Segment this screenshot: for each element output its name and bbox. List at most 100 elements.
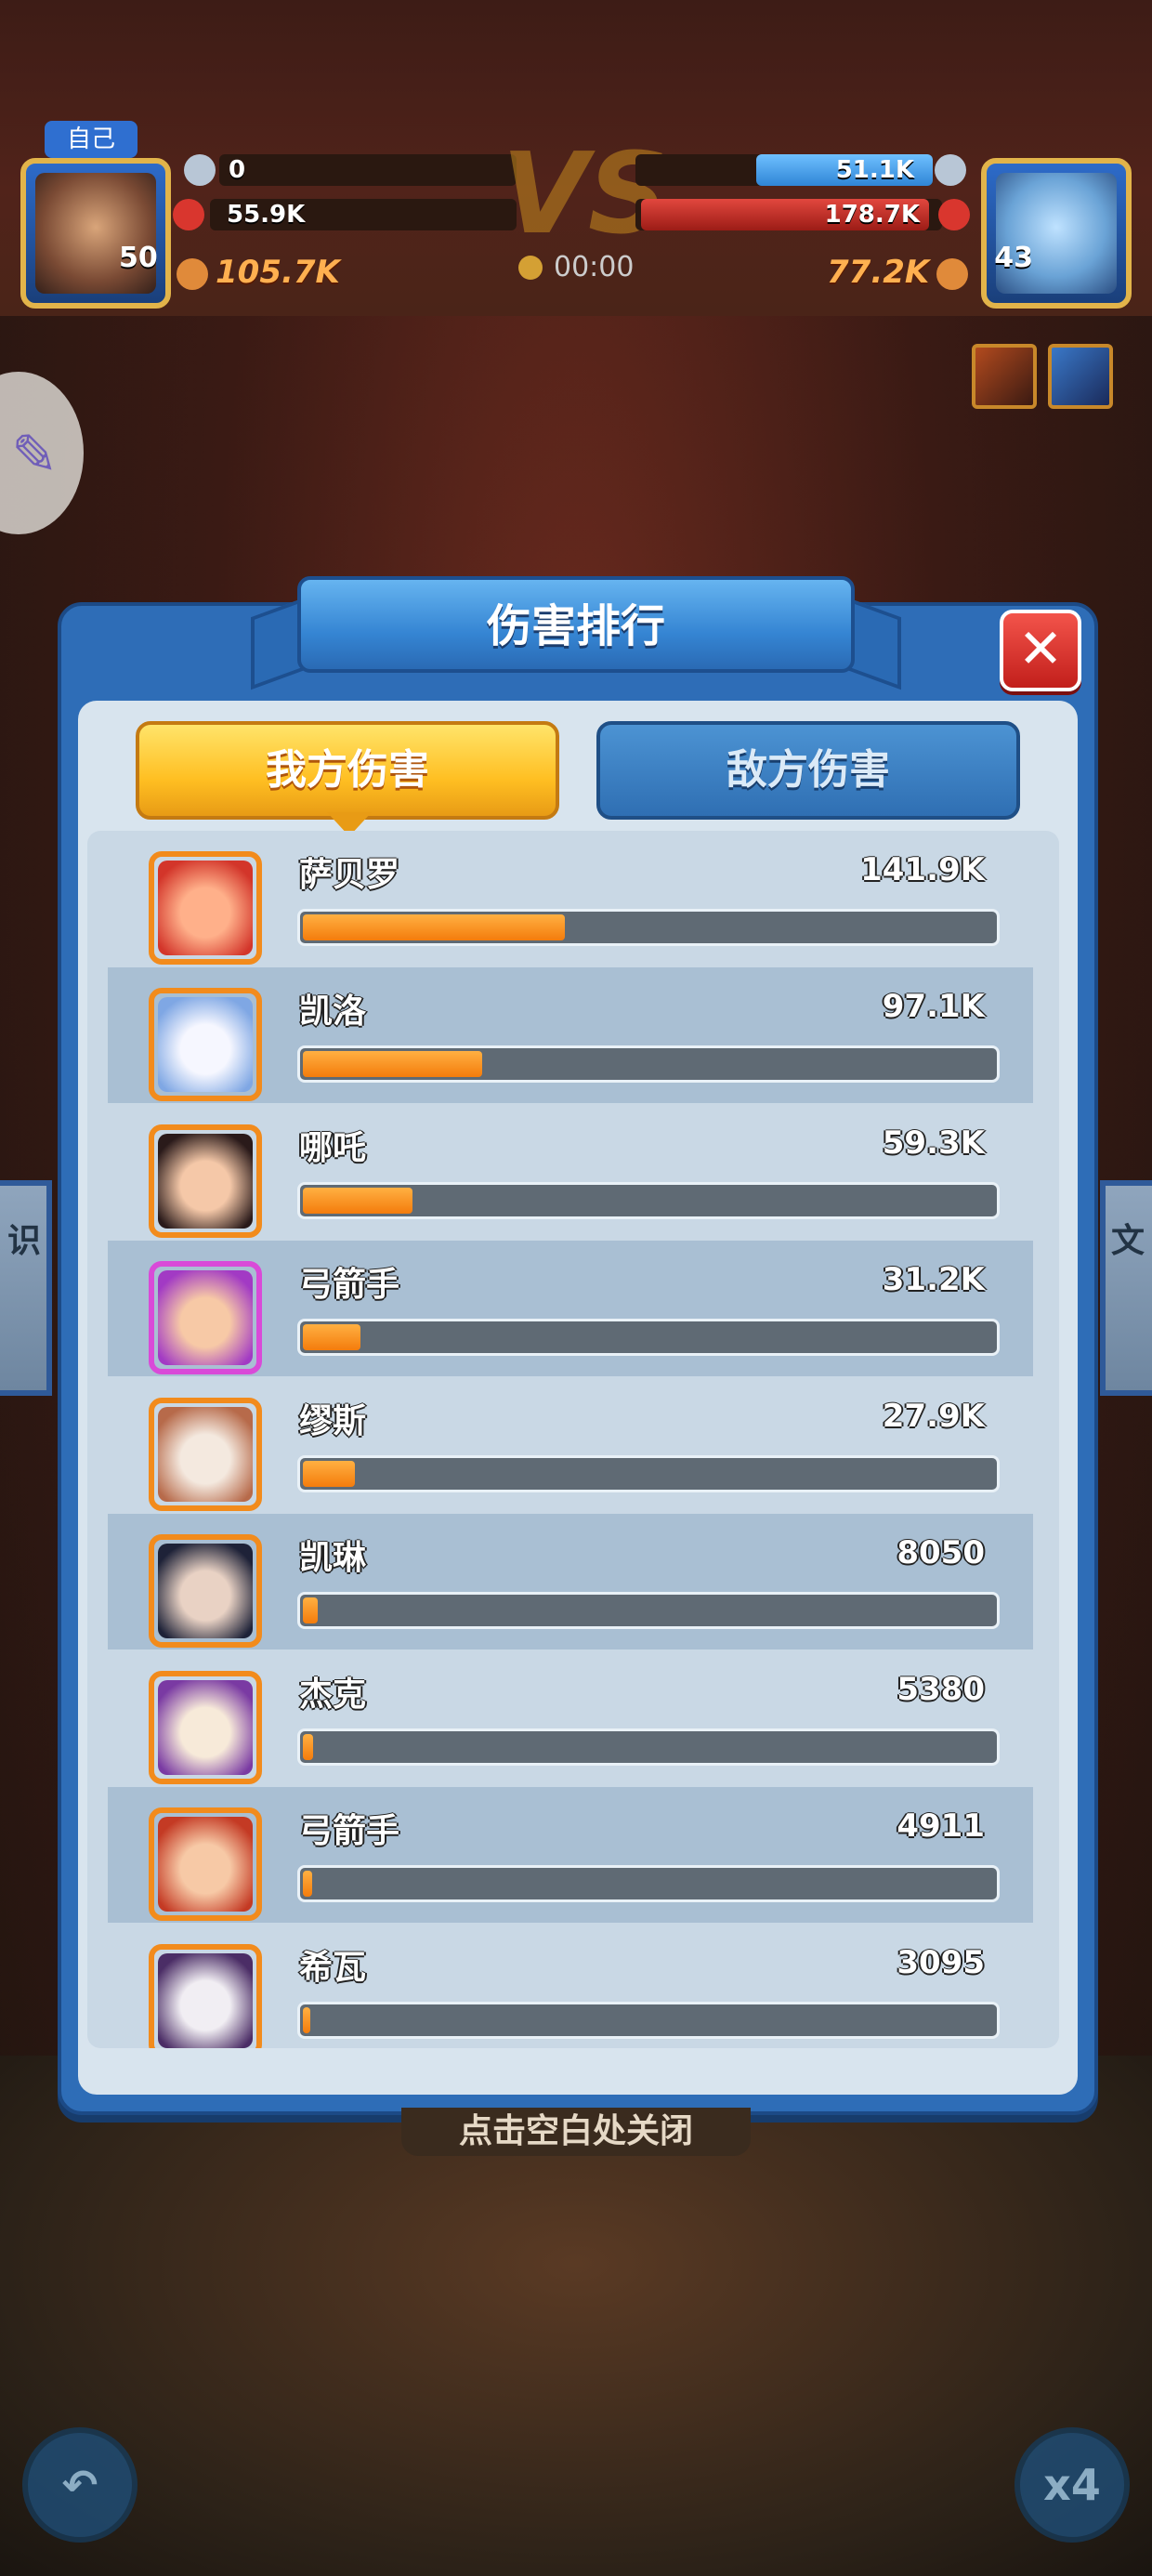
damage-bar-fill bbox=[303, 1871, 312, 1897]
hero-face bbox=[158, 861, 253, 955]
damage-bar bbox=[297, 909, 1000, 946]
player-level: 50 bbox=[119, 242, 158, 274]
enemy-tower-value: 51.1K bbox=[835, 156, 914, 184]
hero-portrait[interactable] bbox=[149, 1261, 262, 1374]
player-power: 105.7K bbox=[177, 251, 340, 294]
damage-bar bbox=[297, 2002, 1000, 2039]
enemy-shield-icon bbox=[936, 257, 969, 290]
enemy-level: 43 bbox=[994, 242, 1033, 274]
enemy-hp-bar: 178.7K bbox=[635, 199, 942, 230]
tab-enemy-damage[interactable]: 敌方伤害 bbox=[596, 721, 1020, 820]
dialog-title: 伤害排行 bbox=[486, 600, 665, 652]
hero-face bbox=[158, 1544, 253, 1638]
player-face bbox=[35, 173, 156, 294]
hero-name: 杰克 bbox=[299, 1676, 367, 1714]
damage-value: 31.2K bbox=[882, 1261, 985, 1298]
damage-bar bbox=[297, 1182, 1000, 1219]
hero-face bbox=[158, 1680, 253, 1775]
hero-portrait[interactable] bbox=[149, 1534, 262, 1648]
player-hp-bar: 55.9K bbox=[210, 199, 517, 230]
tab-ally-damage[interactable]: 我方伤害 bbox=[136, 721, 559, 820]
ranking-row: 杰克 5380 bbox=[108, 1650, 1033, 1786]
hero-name: 萨贝罗 bbox=[299, 856, 400, 894]
self-tag: 自己 bbox=[45, 121, 137, 158]
player-tower-value: 0 bbox=[229, 156, 246, 184]
hero-name: 凯洛 bbox=[299, 992, 367, 1031]
damage-value: 4911 bbox=[897, 1807, 985, 1845]
enemy-tower-icon bbox=[935, 154, 966, 186]
player-hp-value: 55.9K bbox=[227, 201, 306, 229]
tower-icon bbox=[184, 154, 216, 186]
damage-bar-fill bbox=[303, 914, 565, 940]
hero-face bbox=[158, 1134, 253, 1229]
hero-name: 缪斯 bbox=[299, 1402, 367, 1440]
damage-value: 27.9K bbox=[882, 1398, 985, 1435]
heart-icon bbox=[173, 199, 204, 230]
damage-bar bbox=[297, 1319, 1000, 1356]
damage-bar-fill bbox=[303, 1188, 412, 1214]
hero-portrait[interactable] bbox=[149, 1398, 262, 1511]
damage-value: 3095 bbox=[897, 1944, 985, 1981]
hero-face bbox=[158, 1407, 253, 1502]
tap-to-close-hint[interactable]: 点击空白处关闭 bbox=[401, 2108, 751, 2156]
hero-portrait[interactable] bbox=[149, 851, 262, 965]
ranking-row: 弓箭手 31.2K bbox=[108, 1241, 1033, 1376]
ranking-row: 哪吒 59.3K bbox=[108, 1104, 1033, 1240]
damage-bar-fill bbox=[303, 1734, 313, 1760]
battle-hud: 自己 50 43 0 55.9K 105.7K VS 51.1K 178.7K … bbox=[0, 102, 1152, 316]
right-side-panel: 文 bbox=[1100, 1180, 1152, 1396]
damage-bar-fill bbox=[303, 1461, 355, 1487]
close-button[interactable]: ✕ bbox=[1000, 610, 1081, 691]
enemy-hp-value: 178.7K bbox=[824, 201, 920, 229]
speed-x4-label: x4 bbox=[1043, 2460, 1101, 2510]
hero-face bbox=[158, 997, 253, 1092]
chat-icon: ✎ bbox=[11, 423, 59, 488]
damage-bar bbox=[297, 1728, 1000, 1766]
enemy-face bbox=[996, 173, 1117, 294]
player-tower-bar: 0 bbox=[219, 154, 517, 186]
right-side-label: 文 bbox=[1111, 1222, 1145, 1260]
damage-bar-fill bbox=[303, 1597, 318, 1623]
hero-face bbox=[158, 1817, 253, 1912]
hero-portrait[interactable] bbox=[149, 1671, 262, 1784]
damage-bar bbox=[297, 1865, 1000, 1902]
hero-name: 凯琳 bbox=[299, 1539, 367, 1577]
enemy-heart-icon bbox=[938, 199, 970, 230]
enemy-power-value: 77.2K bbox=[827, 254, 930, 291]
damage-bar bbox=[297, 1455, 1000, 1492]
left-side-label: 识 bbox=[7, 1222, 41, 1260]
close-icon: ✕ bbox=[1017, 617, 1064, 680]
buff-card-fire[interactable] bbox=[972, 344, 1037, 409]
damage-bar-fill bbox=[303, 1324, 360, 1350]
damage-bar bbox=[297, 1045, 1000, 1083]
ranking-row: 凯琳 8050 bbox=[108, 1514, 1033, 1649]
enemy-tower-bar: 51.1K bbox=[635, 154, 933, 186]
back-arrow-icon: ↶ bbox=[61, 2460, 98, 2510]
buff-card-ice[interactable] bbox=[1048, 344, 1113, 409]
hero-face bbox=[158, 1953, 253, 2048]
ranking-row: 弓箭手 4911 bbox=[108, 1787, 1033, 1923]
hero-portrait[interactable] bbox=[149, 988, 262, 1101]
dialog-banner: 伤害排行 bbox=[251, 576, 901, 690]
damage-ranking-list[interactable]: 萨贝罗 141.9K 凯洛 97.1K 哪吒 59.3K 弓箭手 31.2K 缪斯 27.9K 凯琳… bbox=[87, 831, 1059, 2048]
damage-value: 8050 bbox=[897, 1534, 985, 1571]
hero-name: 弓箭手 bbox=[299, 1812, 400, 1850]
hero-portrait[interactable] bbox=[149, 1124, 262, 1238]
damage-bar-fill bbox=[303, 1051, 482, 1077]
enemy-avatar[interactable] bbox=[981, 158, 1132, 309]
back-button[interactable]: ↶ bbox=[22, 2427, 137, 2543]
hero-portrait[interactable] bbox=[149, 1944, 262, 2048]
battle-timer: 00:00 bbox=[520, 251, 634, 283]
ranking-row: 希瓦 3095 bbox=[108, 1924, 1033, 2048]
hero-name: 弓箭手 bbox=[299, 1266, 400, 1304]
player-avatar[interactable] bbox=[20, 158, 171, 309]
hero-face bbox=[158, 1270, 253, 1365]
vs-emblem: VS bbox=[502, 130, 669, 259]
hero-portrait[interactable] bbox=[149, 1807, 262, 1921]
speed-button[interactable]: x4 bbox=[1015, 2427, 1130, 2543]
damage-bar bbox=[297, 1592, 1000, 1629]
damage-bar-fill bbox=[303, 2007, 310, 2033]
ranking-row: 凯洛 97.1K bbox=[108, 967, 1033, 1103]
damage-value: 5380 bbox=[897, 1671, 985, 1708]
damage-value: 59.3K bbox=[882, 1124, 985, 1162]
